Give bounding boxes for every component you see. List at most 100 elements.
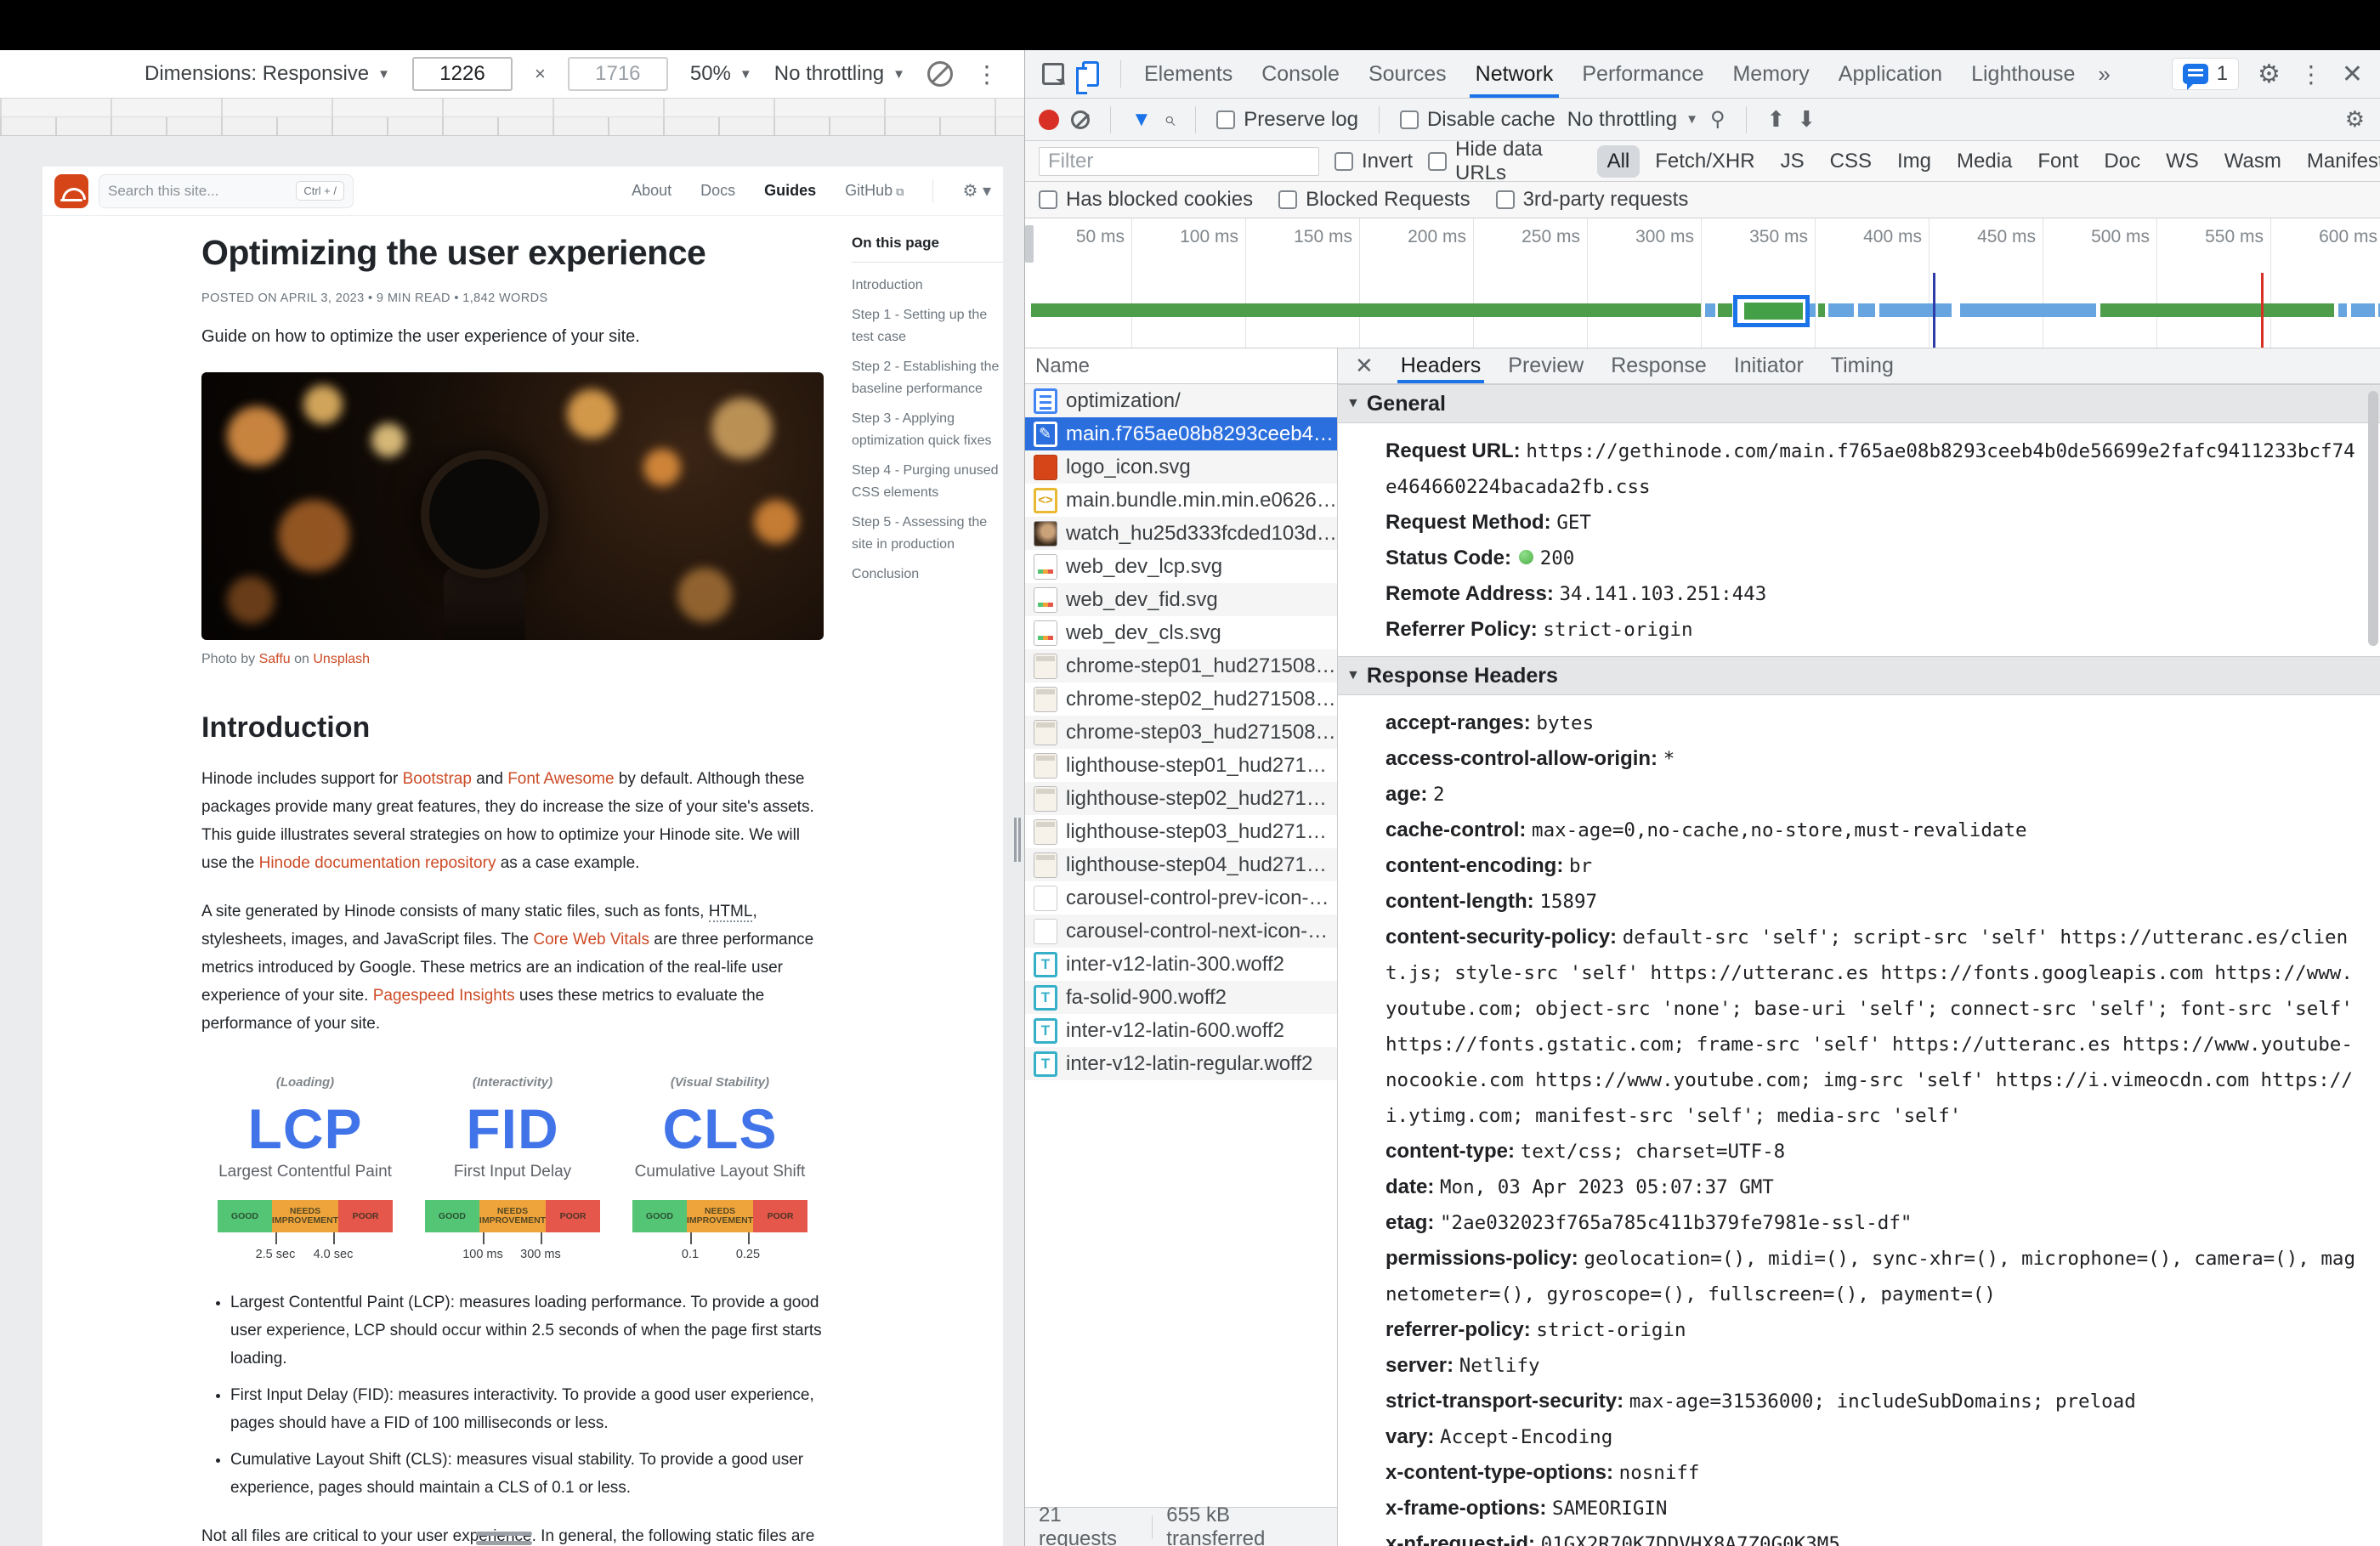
inline-link[interactable]: Saffu <box>259 652 291 666</box>
network-overview-timeline[interactable]: 50 ms 100 ms 150 ms 200 ms 250 ms 300 ms 350 m… <box>1025 218 2380 348</box>
overview-grip[interactable] <box>1025 225 1034 263</box>
device-toolbar-toggle-icon[interactable] <box>1074 58 1107 94</box>
preserve-log-checkbox[interactable]: Preserve log <box>1216 108 1358 132</box>
request-row[interactable]: optimization/ <box>1025 384 1337 417</box>
tab-console[interactable]: Console <box>1247 50 1354 98</box>
dimensions-select[interactable]: Dimensions: Responsive ▼ <box>144 62 390 86</box>
details-tab-preview[interactable]: Preview <box>1494 348 1597 383</box>
clear-network-log-icon[interactable] <box>1071 110 1090 129</box>
filter-pill-js[interactable]: JS <box>1771 145 1815 178</box>
site-nav-link-docs[interactable]: Docs <box>700 182 735 200</box>
filter-pill-media[interactable]: Media <box>1946 145 2022 178</box>
request-row[interactable]: chrome-step03_hud2715086… <box>1025 716 1337 749</box>
request-row[interactable]: lighthouse-step01_hud2715… <box>1025 749 1337 782</box>
toc-item-3[interactable]: Step 3 - Applying optimization quick fix… <box>852 408 1003 452</box>
inspect-element-icon[interactable] <box>1037 58 1069 90</box>
request-row[interactable]: carousel-control-prev-icon-b… <box>1025 881 1337 915</box>
device-toolbar-menu-icon[interactable]: ⋮ <box>975 60 999 88</box>
request-row[interactable]: lighthouse-step04_hud2715… <box>1025 848 1337 881</box>
tab-sources[interactable]: Sources <box>1354 50 1461 98</box>
request-row[interactable]: lighthouse-step03_hud2715… <box>1025 815 1337 848</box>
request-row[interactable]: web_dev_fid.svg <box>1025 583 1337 616</box>
network-filter-input[interactable] <box>1039 146 1319 176</box>
general-section-header[interactable]: ▼ General <box>1338 384 2380 423</box>
request-row[interactable]: <> main.bundle.min.min.e0626d… <box>1025 484 1337 517</box>
inline-link[interactable]: Pagespeed Insights <box>373 987 515 1005</box>
search-icon[interactable]: ⌕ <box>1164 108 1175 132</box>
filter-pill-manifest[interactable]: Manifest <box>2297 145 2380 178</box>
site-logo-icon[interactable] <box>54 173 88 208</box>
site-nav-link-github[interactable]: GitHub ⧉ <box>845 182 904 200</box>
tab-elements[interactable]: Elements <box>1130 50 1247 98</box>
request-row[interactable]: web_dev_lcp.svg <box>1025 550 1337 583</box>
color-mode-gear-icon[interactable]: ⚙ ▾ <box>962 180 991 201</box>
tab-memory[interactable]: Memory <box>1718 50 1823 98</box>
filter-funnel-icon[interactable]: ▼ <box>1131 108 1152 132</box>
network-conditions-icon[interactable]: ⚲ <box>1710 107 1726 132</box>
request-row[interactable]: Tinter-v12-latin-600.woff2 <box>1025 1014 1337 1047</box>
request-row[interactable]: main.f765ae08b8293ceeb4b… <box>1025 417 1337 450</box>
export-har-icon[interactable]: ⬇ <box>1797 106 1816 133</box>
filter-pill-ws[interactable]: WS <box>2156 145 2209 178</box>
inline-link[interactable]: Bootstrap <box>403 770 472 788</box>
option-checkbox-3rd-party-requests[interactable]: 3rd-party requests <box>1495 188 1688 212</box>
site-nav-link-guides[interactable]: Guides <box>764 182 816 200</box>
site-nav-link-about[interactable]: About <box>632 182 672 200</box>
tab-application[interactable]: Application <box>1824 50 1957 98</box>
toc-item-0[interactable]: Introduction <box>852 275 1003 297</box>
import-har-icon[interactable]: ⬆ <box>1767 106 1786 133</box>
option-checkbox-has-blocked-cookies[interactable]: Has blocked cookies <box>1039 188 1253 212</box>
settings-gear-icon[interactable]: ⚙ <box>2258 59 2281 89</box>
details-scrollbar[interactable] <box>2368 391 2378 646</box>
toc-item-5[interactable]: Step 5 - Assessing the site in productio… <box>852 512 1003 556</box>
request-row[interactable]: chrome-step02_hud2715086… <box>1025 682 1337 716</box>
request-row[interactable]: Tinter-v12-latin-regular.woff2 <box>1025 1047 1337 1080</box>
details-tab-timing[interactable]: Timing <box>1817 348 1907 383</box>
disable-cache-checkbox[interactable]: Disable cache <box>1399 108 1556 132</box>
inline-link[interactable]: Font Awesome <box>507 770 614 788</box>
site-search-input[interactable]: Search this site... Ctrl + / <box>99 173 354 208</box>
close-devtools-icon[interactable]: ✕ <box>2342 59 2363 89</box>
selected-request-timeline-box[interactable] <box>1733 295 1810 327</box>
hide-data-urls-checkbox[interactable]: Hide data URLs <box>1428 138 1582 185</box>
issues-badge[interactable]: 1 <box>2171 58 2239 90</box>
name-column-header[interactable]: Name <box>1025 348 1337 384</box>
network-settings-gear-icon[interactable]: ⚙ <box>2345 106 2365 133</box>
toc-item-6[interactable]: Conclusion <box>852 563 1003 586</box>
request-row[interactable]: chrome-step01_hud2715086… <box>1025 649 1337 682</box>
filter-pill-css[interactable]: CSS <box>1820 145 1882 178</box>
record-network-log-icon[interactable] <box>1039 109 1059 130</box>
toc-item-1[interactable]: Step 1 - Setting up the test case <box>852 304 1003 348</box>
request-row[interactable]: Tinter-v12-latin-300.woff2 <box>1025 948 1337 981</box>
request-row[interactable]: web_dev_cls.svg <box>1025 616 1337 649</box>
tab-performance[interactable]: Performance <box>1567 50 1718 98</box>
response-headers-section-header[interactable]: ▼ Response Headers <box>1338 656 2380 695</box>
tab-lighthouse[interactable]: Lighthouse <box>1957 50 2089 98</box>
request-row[interactable]: watch_hu25d333fcded103d… <box>1025 517 1337 550</box>
viewport-resize-handle-right[interactable] <box>1014 818 1021 862</box>
filter-pill-img[interactable]: Img <box>1887 145 1941 178</box>
viewport-width-input[interactable] <box>411 57 513 91</box>
details-tab-response[interactable]: Response <box>1597 348 1720 383</box>
request-row[interactable]: logo_icon.svg <box>1025 450 1337 484</box>
inline-link[interactable]: Unsplash <box>313 652 370 666</box>
tab-network[interactable]: Network <box>1461 50 1568 98</box>
filter-pill-fetch-xhr[interactable]: Fetch/XHR <box>1645 145 1765 178</box>
filter-pill-font[interactable]: Font <box>2027 145 2088 178</box>
invert-checkbox[interactable]: Invert <box>1334 150 1413 173</box>
more-tabs-icon[interactable]: » <box>2089 61 2118 88</box>
viewport-height-input[interactable] <box>567 57 668 91</box>
throttling-select[interactable]: No throttling ▼ <box>774 62 905 86</box>
viewport-resize-handle-bottom[interactable] <box>476 1532 532 1546</box>
toc-item-2[interactable]: Step 2 - Establishing the baseline perfo… <box>852 356 1003 400</box>
toc-item-4[interactable]: Step 4 - Purging unused CSS elements <box>852 460 1003 504</box>
request-row[interactable]: lighthouse-step02_hud2715… <box>1025 782 1337 815</box>
filter-pill-wasm[interactable]: Wasm <box>2214 145 2292 178</box>
filter-pill-doc[interactable]: Doc <box>2094 145 2150 178</box>
inline-link[interactable]: Hinode documentation repository <box>259 854 496 872</box>
details-tab-initiator[interactable]: Initiator <box>1720 348 1817 383</box>
details-tab-headers[interactable]: Headers <box>1387 348 1495 383</box>
devtools-menu-icon[interactable]: ⋮ <box>2299 60 2323 88</box>
close-details-icon[interactable]: ✕ <box>1345 353 1384 379</box>
option-checkbox-blocked-requests[interactable]: Blocked Requests <box>1278 188 1470 212</box>
